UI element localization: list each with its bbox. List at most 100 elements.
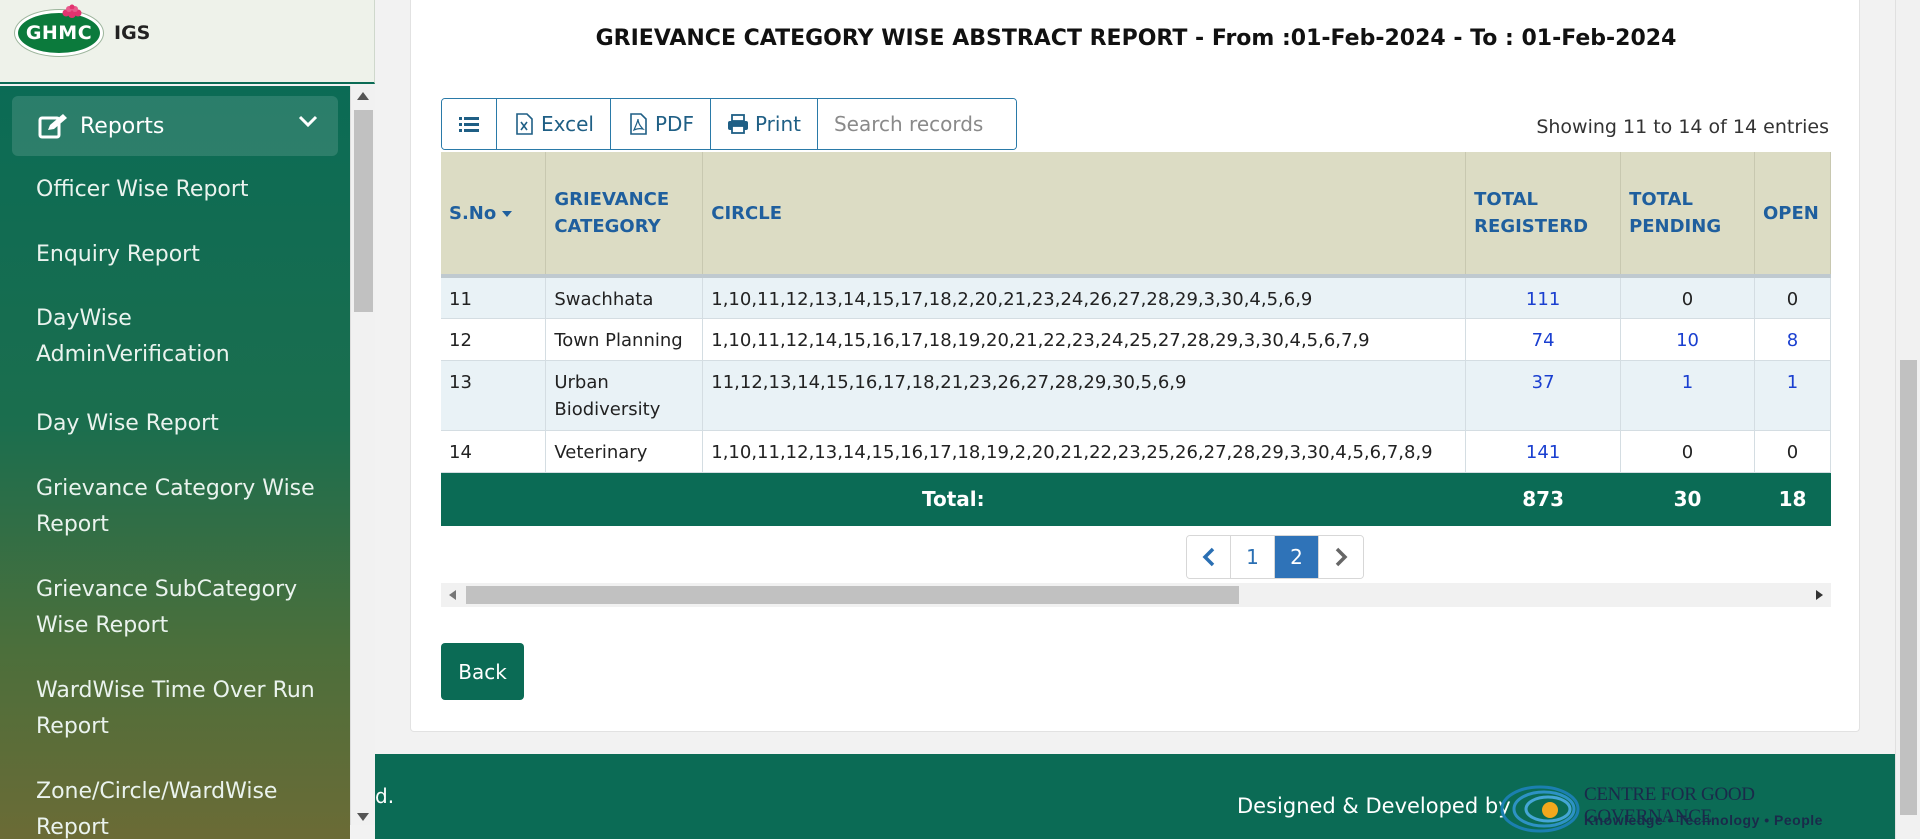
cell-open: 0 bbox=[1754, 276, 1831, 319]
cgg-logo[interactable]: CENTRE FOR GOOD GOVERNANCE Knowledge • T… bbox=[1500, 784, 1870, 834]
scroll-up-arrow-icon[interactable] bbox=[357, 92, 369, 100]
pagination-page-2[interactable]: 2 bbox=[1275, 536, 1319, 578]
scroll-left-arrow-icon[interactable] bbox=[449, 590, 456, 600]
sidebar-scrollbar[interactable] bbox=[350, 86, 375, 825]
lotus-icon bbox=[62, 4, 82, 18]
sidebar-item-enquiry-report[interactable]: Enquiry Report bbox=[0, 237, 220, 273]
pagination: 1 2 bbox=[1186, 535, 1364, 579]
page-scroll-thumb[interactable] bbox=[1900, 360, 1917, 815]
search-input[interactable] bbox=[817, 99, 1016, 149]
pdf-export-button[interactable]: PDF bbox=[610, 99, 711, 149]
cell-category: Swachhata bbox=[545, 276, 704, 319]
cell-sno: 13 bbox=[441, 360, 547, 431]
file-pdf-icon bbox=[630, 113, 647, 135]
edit-icon bbox=[38, 114, 67, 139]
cell-total-registered-link[interactable]: 141 bbox=[1465, 430, 1622, 473]
cell-total-registered-link[interactable]: 74 bbox=[1465, 318, 1622, 361]
table-header-row: S.No GRIEVANCE CATEGORY CIRCLE TOTAL REG… bbox=[441, 152, 1831, 278]
sidebar-item-officer-wise-report[interactable]: Officer Wise Report bbox=[0, 172, 269, 208]
total-pending-value: 30 bbox=[1673, 486, 1702, 511]
cell-total-pending-link[interactable]: 1 bbox=[1620, 360, 1755, 431]
sidebar-scroll-thumb[interactable] bbox=[354, 110, 373, 312]
pdf-label: PDF bbox=[654, 112, 694, 136]
column-header-sno[interactable]: S.No bbox=[441, 152, 547, 278]
cell-total-registered-link[interactable]: 111 bbox=[1465, 276, 1622, 319]
column-header-circle[interactable]: CIRCLE bbox=[702, 152, 1467, 278]
app-name: IGS bbox=[114, 22, 151, 44]
reports-label: Reports bbox=[80, 113, 165, 139]
cell-circle: 11,12,13,14,15,16,17,18,21,23,26,27,28,2… bbox=[702, 360, 1467, 431]
chevron-down-icon bbox=[298, 115, 318, 128]
table-toolbar: Excel PDF Print bbox=[441, 98, 1017, 150]
column-list-button[interactable] bbox=[442, 99, 497, 149]
footer-copyright: d. bbox=[375, 784, 395, 808]
table-row: 12 Town Planning 1,10,11,12,14,15,16,17,… bbox=[441, 318, 1831, 361]
cell-total-pending: 0 bbox=[1620, 276, 1755, 319]
list-icon bbox=[459, 117, 479, 132]
cgg-swirl-icon bbox=[1500, 785, 1580, 833]
column-header-total-pending[interactable]: TOTAL PENDING bbox=[1620, 152, 1755, 278]
total-registered-value: 873 bbox=[1522, 486, 1564, 511]
brand-header: GHMC IGS bbox=[0, 0, 375, 84]
table-row: 11 Swachhata 1,10,11,12,13,14,15,17,18,2… bbox=[441, 276, 1831, 319]
report-table-container: S.No GRIEVANCE CATEGORY CIRCLE TOTAL REG… bbox=[441, 152, 1831, 532]
cell-sno: 14 bbox=[441, 430, 547, 473]
excel-label: Excel bbox=[541, 112, 594, 136]
pagination-next-button[interactable] bbox=[1319, 536, 1363, 578]
sidebar-item-daywise-adminverification[interactable]: DayWise AdminVerification bbox=[0, 301, 280, 373]
sidebar: GHMC IGS Reports Officer Wise Report Enq… bbox=[0, 0, 375, 839]
table-row: 13 Urban Biodiversity 11,12,13,14,15,16,… bbox=[441, 360, 1831, 431]
cell-open: 0 bbox=[1754, 430, 1831, 473]
cell-category: Town Planning bbox=[545, 318, 704, 361]
entries-info: Showing 11 to 14 of 14 entries bbox=[1536, 116, 1829, 138]
cell-open-link[interactable]: 1 bbox=[1754, 360, 1831, 431]
page-scrollbar[interactable] bbox=[1895, 0, 1920, 839]
table-total-row: Total: 873 30 18 bbox=[441, 472, 1831, 526]
chevron-right-icon bbox=[1335, 547, 1348, 567]
printer-icon bbox=[727, 114, 748, 134]
cell-total-registered-link[interactable]: 37 bbox=[1465, 360, 1622, 431]
footer-designed-by: Designed & Developed by bbox=[1237, 794, 1511, 818]
column-header-total-registered[interactable]: TOTAL REGISTERD bbox=[1465, 152, 1622, 278]
sort-down-icon bbox=[502, 210, 513, 217]
cell-sno: 12 bbox=[441, 318, 547, 361]
report-table: S.No GRIEVANCE CATEGORY CIRCLE TOTAL REG… bbox=[441, 152, 1831, 526]
pagination-page-1[interactable]: 1 bbox=[1231, 536, 1275, 578]
sidebar-item-grievance-category-wise-report[interactable]: Grievance Category Wise Report bbox=[0, 471, 350, 543]
table-horizontal-scrollbar[interactable] bbox=[441, 583, 1831, 607]
report-title: GRIEVANCE CATEGORY WISE ABSTRACT REPORT … bbox=[595, 26, 1677, 51]
main-content: GRIEVANCE CATEGORY WISE ABSTRACT REPORT … bbox=[375, 0, 1895, 839]
sidebar-item-grievance-subcategory-wise-report[interactable]: Grievance SubCategory Wise Report bbox=[0, 572, 340, 644]
back-button[interactable]: Back bbox=[441, 643, 524, 700]
cell-category: Veterinary bbox=[545, 430, 704, 473]
print-button[interactable]: Print bbox=[710, 99, 818, 149]
sidebar-menu: Reports Officer Wise Report Enquiry Repo… bbox=[0, 86, 350, 839]
horizontal-scroll-thumb[interactable] bbox=[466, 586, 1239, 604]
footer: d. Designed & Developed by CENTRE FOR GO… bbox=[375, 754, 1895, 839]
chevron-left-icon bbox=[1202, 547, 1214, 567]
table-row: 14 Veterinary 1,10,11,12,13,14,15,16,17,… bbox=[441, 430, 1831, 473]
cell-open-link[interactable]: 8 bbox=[1754, 318, 1831, 361]
cell-sno: 11 bbox=[441, 276, 547, 319]
sidebar-item-zone-circle-wardwise-report[interactable]: Zone/Circle/WardWise Report bbox=[0, 774, 340, 839]
scroll-down-arrow-icon[interactable] bbox=[357, 813, 369, 821]
scroll-right-arrow-icon[interactable] bbox=[1816, 590, 1823, 600]
column-header-open[interactable]: OPEN bbox=[1754, 152, 1831, 278]
cell-total-pending-link[interactable]: 10 bbox=[1620, 318, 1755, 361]
cell-circle: 1,10,11,12,13,14,15,16,17,18,19,2,20,21,… bbox=[702, 430, 1467, 473]
file-excel-icon bbox=[516, 113, 533, 135]
cell-category: Urban Biodiversity bbox=[545, 360, 704, 431]
total-label: Total: bbox=[922, 486, 985, 511]
cgg-tagline: Knowledge • Technology • People bbox=[1584, 812, 1823, 828]
excel-export-button[interactable]: Excel bbox=[497, 99, 611, 149]
sidebar-item-wardwise-time-over-run-report[interactable]: WardWise Time Over Run Report bbox=[0, 673, 350, 745]
print-label: Print bbox=[754, 112, 801, 136]
reports-menu-toggle[interactable]: Reports bbox=[12, 96, 338, 156]
report-card: GRIEVANCE CATEGORY WISE ABSTRACT REPORT … bbox=[410, 0, 1860, 732]
pagination-prev-button[interactable] bbox=[1187, 536, 1231, 578]
cell-circle: 1,10,11,12,13,14,15,17,18,2,20,21,23,24,… bbox=[702, 276, 1467, 319]
total-open-value: 18 bbox=[1778, 486, 1807, 511]
column-header-grievance-category[interactable]: GRIEVANCE CATEGORY bbox=[545, 152, 704, 278]
sidebar-item-day-wise-report[interactable]: Day Wise Report bbox=[0, 406, 239, 442]
cell-circle: 1,10,11,12,14,15,16,17,18,19,20,21,22,23… bbox=[702, 318, 1467, 361]
